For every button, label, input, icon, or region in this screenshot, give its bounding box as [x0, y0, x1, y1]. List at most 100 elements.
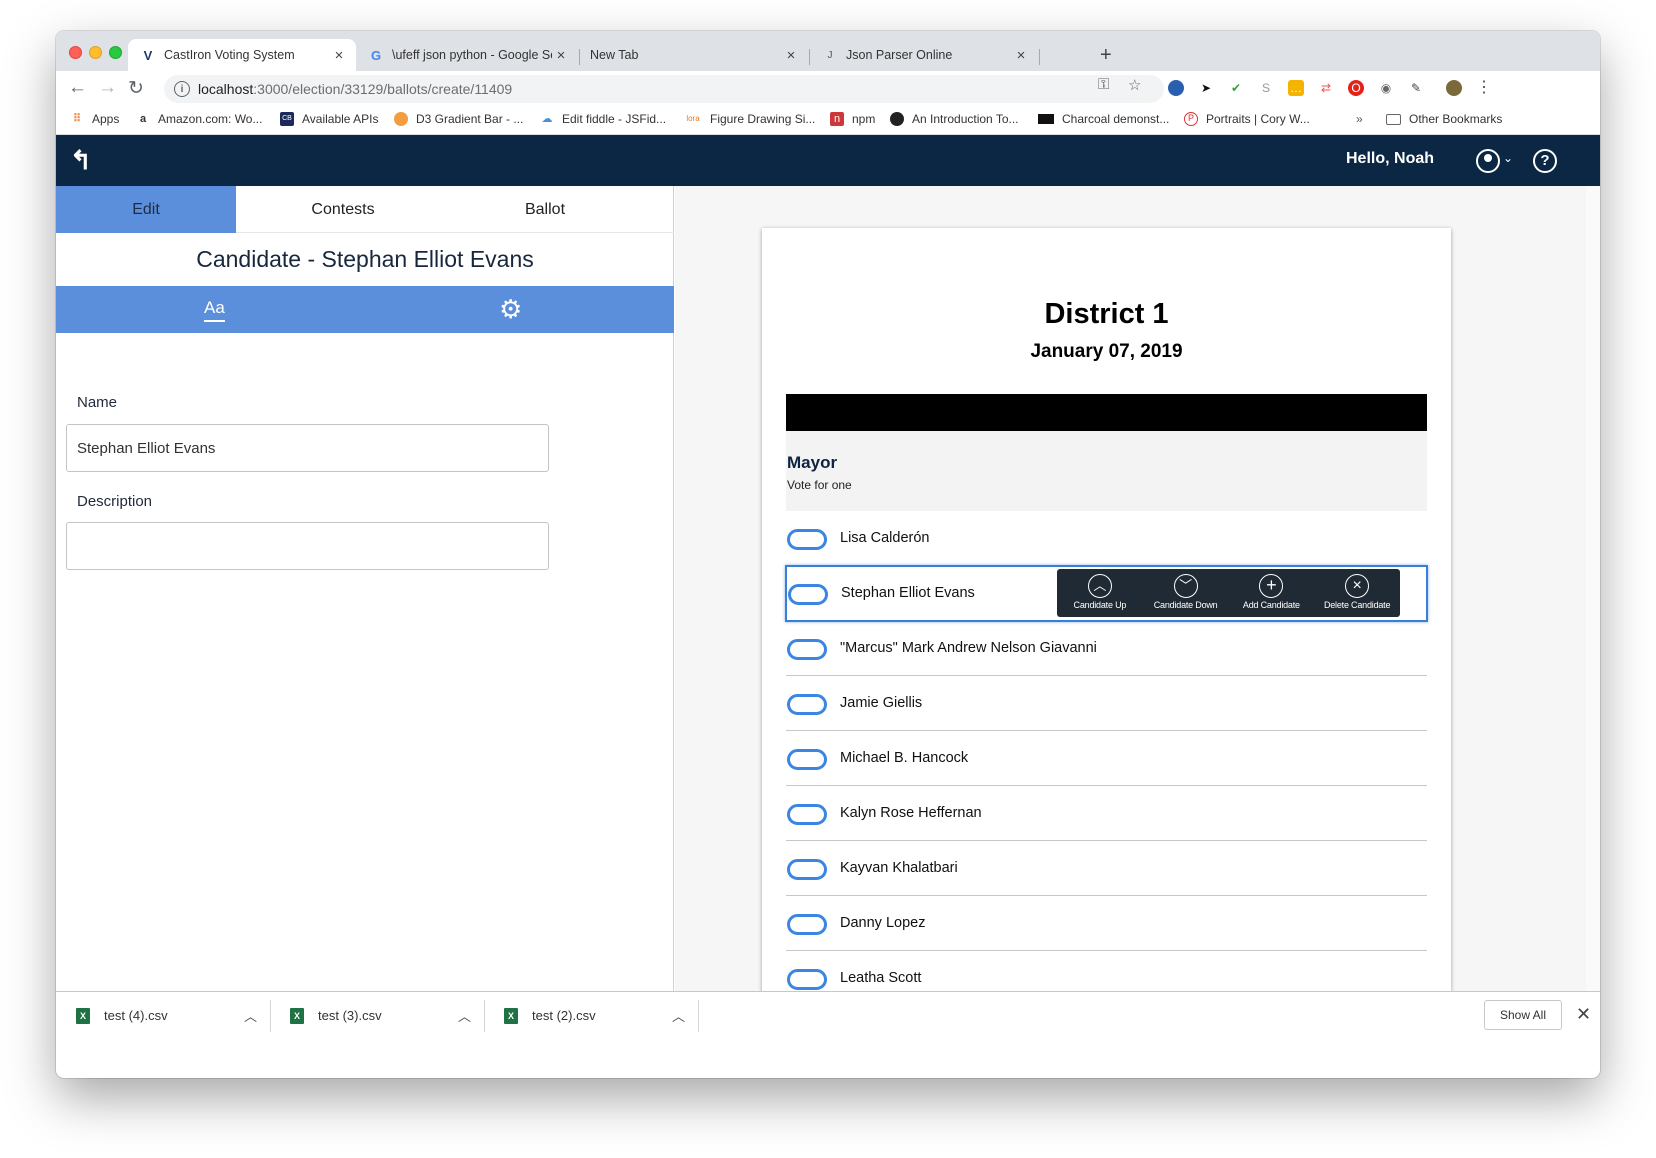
browser-tab[interactable]: G \ufeff json python - Google Sea ×: [356, 39, 578, 71]
bookmark-item[interactable]: a Amazon.com: Wo...: [136, 112, 263, 126]
check-extension-icon[interactable]: ✔: [1228, 80, 1244, 96]
candidate-name: Kayvan Khalatbari: [840, 860, 958, 876]
vote-oval[interactable]: [787, 969, 827, 990]
bookmark-item[interactable]: n npm: [830, 112, 875, 126]
candidate-row[interactable]: Danny Lopez: [786, 896, 1427, 951]
bookmark-item[interactable]: lora Figure Drawing Si...: [684, 112, 815, 126]
candidate-row[interactable]: Kalyn Rose Heffernan: [786, 786, 1427, 841]
bookmark-item[interactable]: CB Available APIs: [280, 112, 379, 126]
back-arrow-icon[interactable]: ←: [68, 77, 87, 99]
candidate-row[interactable]: "Marcus" Mark Andrew Nelson Giavanni: [786, 621, 1427, 676]
download-item[interactable]: X test (4).csv: [76, 992, 168, 1039]
vote-oval[interactable]: [787, 749, 827, 770]
browser-menu-icon[interactable]: ⋮: [1476, 80, 1492, 96]
bookmark-star-icon[interactable]: ☆: [1128, 76, 1141, 94]
add-candidate-button[interactable]: + Add Candidate: [1229, 569, 1315, 617]
globe-extension-icon[interactable]: [1168, 80, 1184, 96]
eyedropper-extension-icon[interactable]: ✎: [1408, 80, 1424, 96]
chevron-up-icon[interactable]: ︿: [458, 1006, 471, 1025]
candidate-row[interactable]: Lisa Calderón: [786, 511, 1427, 566]
download-filename: test (2).csv: [532, 1008, 596, 1023]
share-extension-icon[interactable]: ⇄: [1318, 80, 1334, 96]
bookmark-item[interactable]: D3 Gradient Bar - ...: [394, 112, 523, 126]
other-bookmarks[interactable]: Other Bookmarks: [1386, 112, 1502, 126]
camera-extension-icon[interactable]: ◉: [1378, 80, 1394, 96]
vote-oval[interactable]: [787, 639, 827, 660]
description-field[interactable]: [66, 522, 549, 570]
message-extension-icon[interactable]: …: [1288, 80, 1304, 96]
delete-candidate-button[interactable]: × Delete Candidate: [1314, 569, 1400, 617]
candidate-action-toolbar: ︿ Candidate Up ﹀ Candidate Down + Add Ca…: [1057, 569, 1400, 617]
tab-edit[interactable]: Edit: [56, 186, 236, 233]
gear-icon[interactable]: ⚙: [499, 295, 522, 323]
download-item[interactable]: X test (2).csv: [504, 992, 596, 1039]
close-window-button[interactable]: [69, 46, 82, 59]
download-shelf: X test (4).csv ︿ X test (3).csv ︿ X test…: [56, 991, 1600, 1038]
vote-oval[interactable]: [787, 529, 827, 550]
tab-ballot[interactable]: Ballot: [450, 186, 640, 233]
close-tab-icon[interactable]: ×: [782, 47, 800, 64]
tab-contests[interactable]: Contests: [236, 186, 450, 233]
close-tab-icon[interactable]: ×: [552, 47, 570, 64]
bookmark-apps[interactable]: ⠿ Apps: [70, 112, 119, 126]
reload-icon[interactable]: ↻: [128, 77, 144, 100]
scrollbar[interactable]: [1586, 186, 1600, 991]
close-circle-icon: ×: [1345, 574, 1370, 598]
address-bar[interactable]: i localhost:3000/election/33129/ballots/…: [164, 75, 1164, 103]
candidate-down-button[interactable]: ﹀ Candidate Down: [1143, 569, 1229, 617]
opera-extension-icon[interactable]: O: [1348, 80, 1364, 96]
greeting: Hello, Noah: [1346, 150, 1435, 167]
user-account-icon[interactable]: [1476, 149, 1500, 173]
candidate-row[interactable]: Leatha Scott: [786, 951, 1427, 991]
candidate-up-button[interactable]: ︿ Candidate Up: [1057, 569, 1143, 617]
bookmark-item[interactable]: P Portraits | Cory W...: [1184, 112, 1310, 126]
editor-panel: Edit Contests Ballot Candidate - Stephan…: [56, 186, 674, 991]
contest-header[interactable]: Mayor Vote for one: [786, 431, 1427, 511]
vote-oval[interactable]: [787, 804, 827, 825]
close-tab-icon[interactable]: ×: [330, 47, 348, 64]
bookmark-item[interactable]: Charcoal demonst...: [1038, 112, 1169, 126]
vote-oval[interactable]: [788, 584, 828, 605]
cursor-extension-icon[interactable]: ➤: [1198, 80, 1214, 96]
site-info-icon[interactable]: i: [174, 81, 190, 97]
close-icon[interactable]: ✕: [1576, 1004, 1591, 1025]
profile-avatar-icon[interactable]: [1446, 80, 1462, 96]
browser-tab[interactable]: J Json Parser Online ×: [810, 39, 1038, 71]
candidate-name: Michael B. Hancock: [840, 750, 969, 766]
bookmark-item[interactable]: ☁ Edit fiddle - JSFid...: [540, 112, 667, 126]
forward-arrow-icon[interactable]: →: [98, 77, 117, 99]
return-arrow-icon[interactable]: ↰: [70, 145, 92, 176]
bookmark-item[interactable]: An Introduction To...: [890, 112, 1019, 126]
close-tab-icon[interactable]: ×: [1012, 47, 1030, 64]
maximize-window-button[interactable]: [109, 46, 122, 59]
ballot-preview-area[interactable]: District 1 January 07, 2019 Mayor Vote f…: [675, 186, 1600, 991]
apps-grid-icon: ⠿: [72, 113, 82, 125]
line-of-action-icon: lora: [686, 114, 700, 123]
help-icon[interactable]: ?: [1533, 149, 1557, 173]
chevron-down-icon[interactable]: ⌄: [1503, 151, 1513, 165]
browser-tab[interactable]: New Tab ×: [580, 39, 808, 71]
vote-oval[interactable]: [787, 914, 827, 935]
candidate-row[interactable]: Michael B. Hancock: [786, 731, 1427, 786]
key-icon[interactable]: ⚿: [1098, 76, 1109, 93]
candidate-name: Lisa Calderón: [840, 530, 930, 546]
new-tab-icon[interactable]: +: [1100, 44, 1112, 67]
name-field[interactable]: [66, 424, 549, 472]
excel-file-icon: X: [504, 1007, 518, 1024]
minimize-window-button[interactable]: [89, 46, 102, 59]
chevron-down-circle-icon: ﹀: [1173, 574, 1198, 598]
bookmark-label: An Introduction To...: [912, 112, 1019, 126]
candidate-row[interactable]: Jamie Giellis: [786, 676, 1427, 731]
vote-oval[interactable]: [787, 859, 827, 880]
text-format-icon[interactable]: Aa: [204, 298, 225, 322]
browser-tab-active[interactable]: V CastIron Voting System ×: [128, 39, 356, 71]
bookmarks-overflow-button[interactable]: »: [1356, 112, 1363, 126]
candidate-row[interactable]: Kayvan Khalatbari: [786, 841, 1427, 896]
skype-extension-icon[interactable]: S: [1258, 80, 1274, 96]
browser-window: V CastIron Voting System × G \ufeff json…: [56, 31, 1600, 1078]
chevron-up-icon[interactable]: ︿: [244, 1006, 257, 1025]
download-item[interactable]: X test (3).csv: [290, 992, 382, 1039]
show-all-button[interactable]: Show All: [1484, 1000, 1562, 1030]
vote-oval[interactable]: [787, 694, 827, 715]
chevron-up-icon[interactable]: ︿: [672, 1006, 685, 1025]
